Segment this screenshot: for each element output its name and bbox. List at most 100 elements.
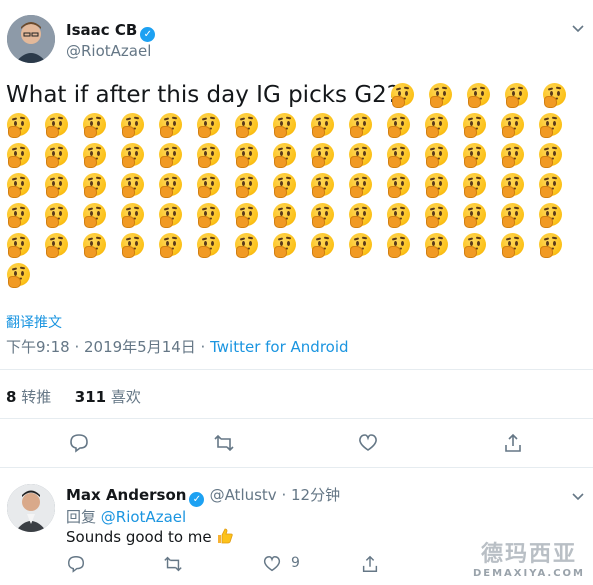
replying-to-link[interactable]: @RiotAzael <box>101 508 186 526</box>
chevron-down-icon[interactable] <box>572 490 584 504</box>
thinking-face-icon <box>386 112 411 138</box>
retweet-icon[interactable] <box>163 554 183 574</box>
reply-author-name[interactable]: Max Anderson <box>66 486 186 504</box>
thinking-face-icon <box>538 172 563 198</box>
verified-icon: ✓ <box>140 27 156 42</box>
thinking-face-icon <box>462 112 487 138</box>
thinking-face-icon <box>272 232 297 258</box>
thinking-face-icon <box>538 202 563 228</box>
thinking-face-icon <box>386 172 411 198</box>
watermark-logo: 德玛西亚 DEMAXIYA.COM <box>473 536 585 579</box>
divider <box>0 418 593 419</box>
thinking-face-icon <box>196 202 221 228</box>
thinking-face-icon <box>462 142 487 168</box>
thinking-face-icon <box>196 142 221 168</box>
thinking-face-icon <box>6 232 31 258</box>
thinking-face-icon <box>538 142 563 168</box>
retweet-stat[interactable]: 8 转推 <box>6 388 51 406</box>
thinking-face-icon <box>348 172 373 198</box>
thinking-face-icon <box>310 172 335 198</box>
like-stat[interactable]: 311 喜欢 <box>75 388 141 406</box>
verified-icon: ✓ <box>189 492 205 507</box>
thinking-face-icon <box>500 232 525 258</box>
reply-icon[interactable] <box>66 554 86 574</box>
thinking-face-icon <box>462 232 487 258</box>
thinking-face-icon <box>424 172 449 198</box>
like-icon[interactable] <box>357 432 379 454</box>
thinking-face-icon <box>158 232 183 258</box>
thinking-face-icon <box>462 172 487 198</box>
like-icon[interactable] <box>262 554 282 574</box>
tweet-stats: 8 转推 311 喜欢 <box>6 386 141 407</box>
thinking-face-icon <box>158 112 183 138</box>
thinking-face-icon <box>272 142 297 168</box>
thinking-face-icon <box>538 112 563 138</box>
thinking-face-icon <box>348 112 373 138</box>
thinking-face-icon <box>348 232 373 258</box>
tweet-text-content: What if after this day IG picks G2? <box>6 82 399 108</box>
watermark-subtitle: DEMAXIYA.COM <box>472 568 585 579</box>
author-name[interactable]: Isaac CB <box>66 21 137 39</box>
thinking-face-icon <box>428 82 453 108</box>
watermark-title: 德玛西亚 <box>480 542 577 567</box>
thinking-face-icon <box>82 142 107 168</box>
share-icon[interactable] <box>360 554 380 574</box>
replying-to: 回复 @RiotAzael <box>66 506 186 527</box>
thinking-face-icon <box>386 202 411 228</box>
thinking-face-icon <box>310 112 335 138</box>
author-avatar[interactable] <box>7 15 55 63</box>
thinking-face-icon <box>120 202 145 228</box>
thinking-face-icon <box>424 202 449 228</box>
thinking-face-icon <box>466 82 491 108</box>
thinking-face-icon <box>462 202 487 228</box>
thinking-face-icon <box>158 202 183 228</box>
thinking-face-icon <box>310 232 335 258</box>
reply-icon[interactable] <box>68 432 90 454</box>
thinking-face-icon <box>234 232 259 258</box>
thinking-face-icon <box>272 112 297 138</box>
divider <box>0 369 593 370</box>
like-label: 喜欢 <box>106 388 141 406</box>
tweet-source-link[interactable]: Twitter for Android <box>210 338 348 356</box>
thinking-face-icon <box>120 232 145 258</box>
emoji-row <box>6 232 576 268</box>
thinking-face-icon <box>542 82 567 108</box>
tweet-text: What if after this day IG picks G2? <box>6 82 399 108</box>
thinking-face-icon <box>234 142 259 168</box>
tweet-meta: 下午9:18 · 2019年5月14日 · Twitter for Androi… <box>6 336 349 357</box>
translate-link[interactable]: 翻译推文 <box>6 312 62 332</box>
thinking-face-icon <box>6 262 31 288</box>
thinking-face-icon <box>348 202 373 228</box>
thinking-face-icon <box>424 142 449 168</box>
reply-text: Sounds good to me <box>66 527 234 549</box>
thinking-face-icon <box>272 172 297 198</box>
thinking-face-icon <box>424 112 449 138</box>
reply-text-content: Sounds good to me <box>66 528 212 546</box>
reply-author-handle[interactable]: @Atlustv <box>210 486 277 504</box>
thinking-face-icon <box>158 142 183 168</box>
reply-author-avatar[interactable] <box>7 484 55 532</box>
emoji-row <box>6 262 44 298</box>
author-handle[interactable]: @RiotAzael <box>66 42 151 60</box>
author-name-row[interactable]: Isaac CB ✓ <box>66 20 156 42</box>
thinking-face-icon <box>196 112 221 138</box>
thinking-face-icon <box>44 112 69 138</box>
divider <box>0 467 593 468</box>
thinking-face-icon <box>82 232 107 258</box>
thinking-face-icon <box>500 142 525 168</box>
reply-time[interactable]: · 12分钟 <box>277 486 340 504</box>
retweet-label: 转推 <box>16 388 52 406</box>
thinking-face-icon <box>82 172 107 198</box>
retweet-icon[interactable] <box>213 432 235 454</box>
replying-label: 回复 <box>66 508 101 526</box>
thinking-face-icon <box>120 112 145 138</box>
tweet-timestamp[interactable]: 下午9:18 · 2019年5月14日 · <box>6 338 210 356</box>
thinking-face-icon <box>82 112 107 138</box>
share-icon[interactable] <box>502 432 524 454</box>
chevron-down-icon[interactable] <box>572 22 584 36</box>
thinking-face-icon <box>44 202 69 228</box>
thinking-face-icon <box>424 232 449 258</box>
thinking-face-icon <box>196 232 221 258</box>
thinking-face-icon <box>44 232 69 258</box>
thinking-face-icon <box>386 142 411 168</box>
